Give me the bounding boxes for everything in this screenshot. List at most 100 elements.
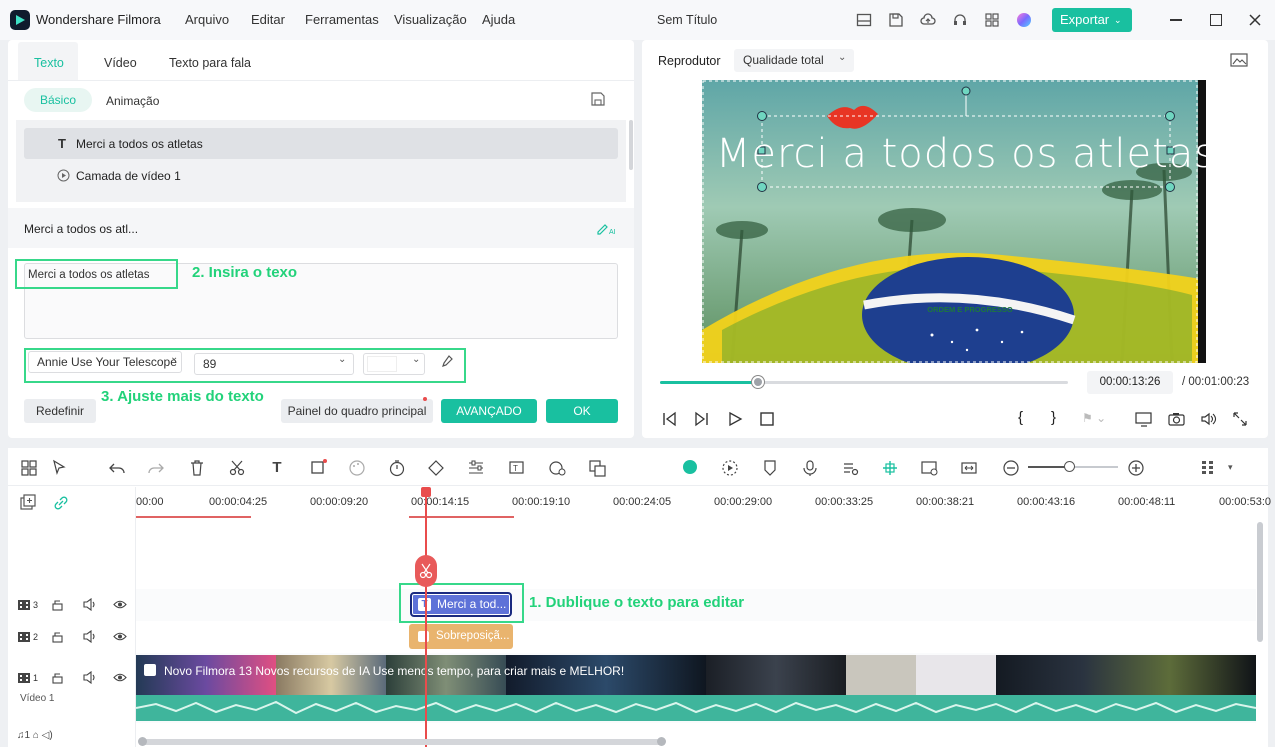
main-panel-button[interactable]: Painel do quadro principal (281, 397, 433, 423)
ai-pen-icon[interactable]: AI (596, 220, 618, 236)
preview-overlay-text[interactable]: Merci a todos os atletas (716, 131, 1206, 177)
layout-icon[interactable] (856, 12, 872, 28)
adjust-sliders-icon[interactable] (467, 459, 485, 477)
text-input-value[interactable]: Merci a todos os atletas (28, 269, 149, 281)
speaker-icon[interactable] (83, 598, 97, 611)
scrollbar-handle-right[interactable] (657, 737, 666, 746)
mark-out-icon[interactable]: } (1051, 409, 1056, 426)
color-swatch (367, 356, 397, 372)
play-icon[interactable] (727, 411, 743, 427)
translate-icon[interactable] (588, 459, 606, 477)
timeline-vertical-scrollbar[interactable] (1257, 522, 1263, 642)
ok-button[interactable]: OK (546, 399, 618, 423)
chevron-down-icon[interactable]: ▾ (1228, 462, 1233, 473)
export-button[interactable]: Exportar ⌄ (1052, 8, 1132, 32)
current-time[interactable]: 00:00:13:26 (1087, 371, 1173, 394)
track-settings-icon[interactable] (1199, 459, 1217, 477)
fullscreen-icon[interactable] (1232, 411, 1248, 427)
video-clip[interactable]: Novo Filmora 13 Novos recursos de IA Use… (136, 655, 1256, 695)
video-preview[interactable]: ORDEM E PROGRESSO Merci a todos os atlet… (702, 80, 1206, 363)
save-icon[interactable] (888, 12, 904, 28)
font-size-select[interactable]: 89 (194, 353, 354, 375)
menu-editar[interactable]: Editar (251, 12, 285, 27)
add-track-icon[interactable] (19, 494, 37, 512)
snap-magnet-icon[interactable] (881, 459, 899, 477)
audio-mixer-icon[interactable] (841, 459, 859, 477)
crop-icon[interactable] (309, 459, 327, 477)
layer-label-video[interactable]: Camada de vídeo 1 (76, 169, 181, 183)
cloud-upload-icon[interactable] (920, 12, 936, 28)
speaker-icon[interactable] (83, 671, 97, 684)
select-cursor-icon[interactable] (51, 459, 69, 477)
microphone-icon[interactable] (801, 459, 819, 477)
stop-icon[interactable] (759, 411, 775, 427)
timeline-horizontal-scrollbar[interactable] (140, 739, 664, 745)
zoom-slider-handle[interactable] (1064, 461, 1075, 472)
mark-in-icon[interactable]: { (1018, 409, 1023, 426)
save-preset-icon[interactable] (590, 91, 606, 107)
zoom-in-icon[interactable] (1127, 459, 1145, 477)
snapshot-image-icon[interactable] (1230, 52, 1248, 68)
fit-timeline-icon[interactable] (960, 459, 978, 477)
quality-select[interactable]: Qualidade total (734, 49, 854, 72)
lock-icon[interactable] (51, 598, 64, 611)
minimize-icon[interactable] (1170, 19, 1182, 21)
scissors-icon[interactable] (228, 459, 246, 477)
video-clip-icon (144, 664, 156, 676)
scrollbar-handle-left[interactable] (138, 737, 147, 746)
ruler-label: 00:00:24:05 (613, 496, 672, 508)
menu-visualizacao[interactable]: Visualização (394, 12, 467, 27)
reset-button[interactable]: Redefinir (24, 399, 96, 423)
menu-ferramentas[interactable]: Ferramentas (305, 12, 379, 27)
marker-dropdown-icon[interactable]: ⚑ ⌄ (1082, 411, 1106, 425)
layer-scrollbar[interactable] (629, 120, 633, 170)
text-tool-icon[interactable]: T (268, 459, 286, 477)
subtab-animacao[interactable]: Animação (106, 94, 159, 108)
lock-icon[interactable] (51, 671, 64, 684)
maximize-icon[interactable] (1210, 14, 1222, 26)
tab-texto[interactable]: Texto (34, 56, 64, 70)
volume-icon[interactable] (1200, 411, 1217, 427)
layout-grid-icon[interactable] (20, 459, 38, 477)
split-button[interactable] (415, 555, 437, 587)
speed-timer-icon[interactable] (388, 459, 406, 477)
link-icon[interactable] (52, 494, 70, 512)
delete-icon[interactable] (188, 459, 206, 477)
main-panel-label: Painel do quadro principal (287, 404, 427, 418)
headset-icon[interactable] (952, 12, 968, 28)
close-icon[interactable] (1249, 14, 1261, 26)
color-palette-icon[interactable] (348, 459, 366, 477)
render-preview-icon[interactable] (721, 459, 739, 477)
playback-scrubber-handle[interactable] (751, 376, 764, 388)
voice-ai-icon[interactable] (548, 459, 566, 477)
subtab-basico[interactable]: Básico (24, 88, 92, 112)
lock-icon[interactable] (51, 630, 64, 643)
time-ruler[interactable] (136, 487, 1256, 519)
camera-snapshot-icon[interactable] (1168, 411, 1185, 427)
auto-caption-icon[interactable]: T (508, 459, 526, 477)
advanced-button[interactable]: AVANÇADO (441, 399, 537, 423)
audio-waveform[interactable] (135, 695, 1257, 721)
tab-texto-para-fala[interactable]: Texto para fala (169, 56, 251, 70)
prev-frame-icon[interactable] (661, 411, 677, 427)
auto-reframe-icon[interactable] (920, 459, 938, 477)
eye-icon[interactable] (113, 631, 127, 642)
eye-icon[interactable] (113, 672, 127, 683)
menu-ajuda[interactable]: Ajuda (482, 12, 515, 27)
grid-apps-icon[interactable] (984, 12, 1000, 28)
display-settings-icon[interactable] (1135, 411, 1153, 427)
menu-arquivo[interactable]: Arquivo (185, 12, 229, 27)
zoom-out-icon[interactable] (1002, 459, 1020, 477)
keyframe-icon[interactable] (427, 459, 445, 477)
eye-icon[interactable] (113, 599, 127, 610)
tab-video[interactable]: Vídeo (104, 56, 137, 70)
next-frame-icon[interactable] (694, 411, 710, 427)
eyedropper-icon[interactable] (439, 355, 453, 369)
marker-shield-icon[interactable] (761, 459, 779, 477)
ai-robot-icon[interactable] (683, 460, 697, 474)
redo-icon[interactable] (147, 459, 165, 477)
font-family-select[interactable]: Annie Use Your Telescope (28, 351, 182, 373)
undo-icon[interactable] (108, 459, 126, 477)
speaker-icon[interactable] (83, 630, 97, 643)
avatar[interactable] (1017, 13, 1031, 27)
